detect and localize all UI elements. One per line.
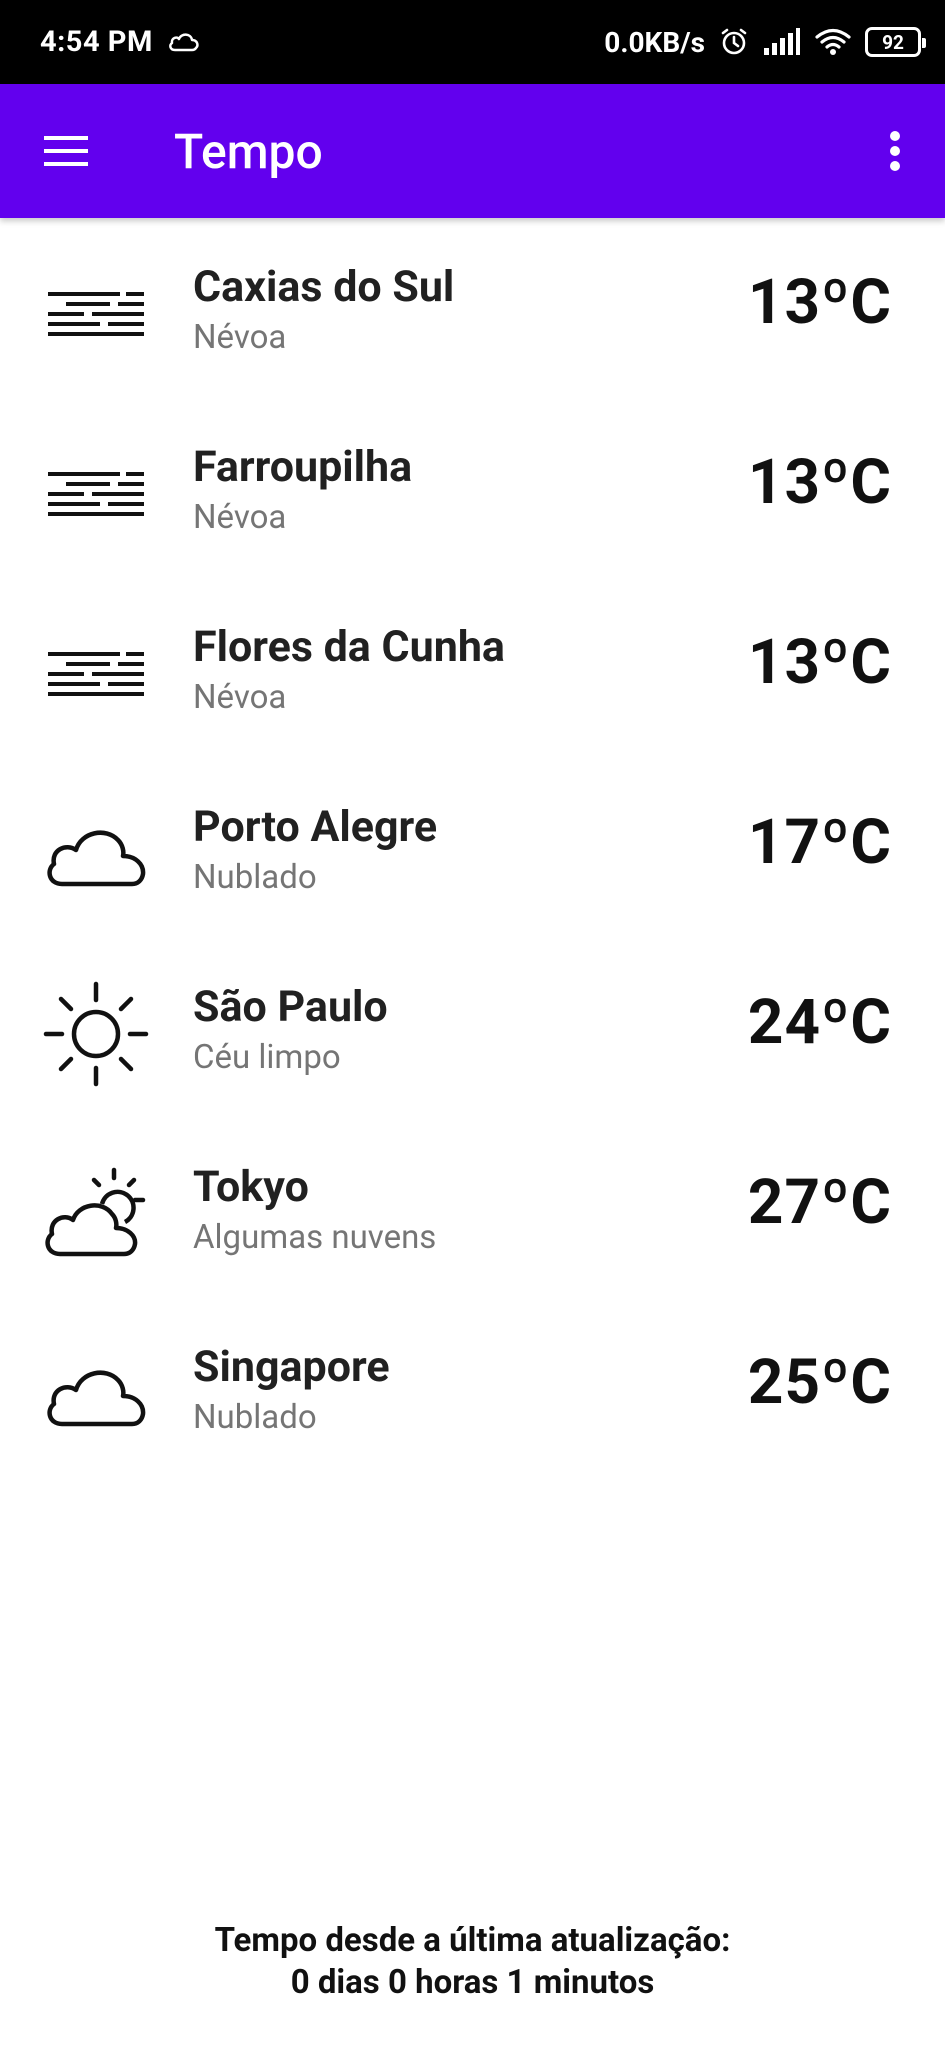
city-temperature: 27ºC [747,1166,892,1239]
city-temperature: 13ºC [747,446,892,519]
city-name: São Paulo [193,982,388,1032]
city-temperature: 13ºC [747,626,892,699]
fog-icon [48,292,144,336]
sun-icon [43,981,149,1087]
city-temperature: 25ºC [747,1346,892,1419]
cloud-icon [47,830,146,887]
fog-icon [48,472,144,516]
city-row[interactable]: Farroupilha Névoa 13ºC [0,398,945,578]
city-row[interactable]: São Paulo Céu limpo 24ºC [0,938,945,1118]
city-row[interactable]: Caxias do Sul Névoa 13ºC [0,218,945,398]
city-name: Porto Alegre [193,802,438,852]
city-name: Singapore [193,1342,390,1392]
city-name: Flores da Cunha [193,622,505,672]
city-temperature: 13ºC [747,266,892,339]
battery-indicator: 92 [865,27,926,57]
city-description: Névoa [193,318,287,357]
alarm-icon [721,28,747,55]
cloud-icon [47,1370,146,1427]
status-time: 4:54 PM [40,25,153,59]
city-row[interactable]: Porto Alegre Nublado 17ºC [0,758,945,938]
last-update-value: 0 dias 0 horas 1 minutos [290,1963,655,2002]
partly-cloudy-icon [45,1167,146,1257]
city-description: Nublado [193,858,317,897]
signal-icon [764,28,800,55]
city-description: Céu limpo [193,1038,341,1077]
city-row[interactable]: Flores da Cunha Névoa 13ºC [0,578,945,758]
city-list: Caxias do Sul Névoa 13ºC Farroupilha Név… [0,218,945,1478]
last-update-footer: Tempo desde a última atualização: 0 dias… [0,1920,945,2004]
status-bar: 4:54 PM 0.0KB/s 92 [0,0,945,84]
app-title: Tempo [174,122,323,180]
city-temperature: 17ºC [747,806,892,879]
hamburger-menu-icon [44,136,88,166]
city-row[interactable]: Singapore Nublado 25ºC [0,1298,945,1478]
battery-level: 92 [882,30,904,54]
city-row[interactable]: Tokyo Algumas nuvens 27ºC [0,1118,945,1298]
city-name: Farroupilha [193,442,413,492]
city-description: Névoa [193,678,287,717]
network-speed: 0.0KB/s [604,25,705,59]
menu-button[interactable] [34,119,98,183]
city-description: Névoa [193,498,287,537]
last-update-label: Tempo desde a última atualização: [214,1921,731,1960]
fog-icon [48,652,144,696]
city-description: Nublado [193,1398,317,1437]
more-options-button[interactable] [863,119,927,183]
cloud-status-icon [168,33,199,52]
city-description: Algumas nuvens [193,1218,437,1257]
city-name: Tokyo [193,1162,309,1212]
city-name: Caxias do Sul [193,262,455,312]
wifi-icon [815,28,851,55]
city-temperature: 24ºC [747,986,892,1059]
more-vert-icon [890,131,900,171]
app-bar: Tempo [0,84,945,218]
